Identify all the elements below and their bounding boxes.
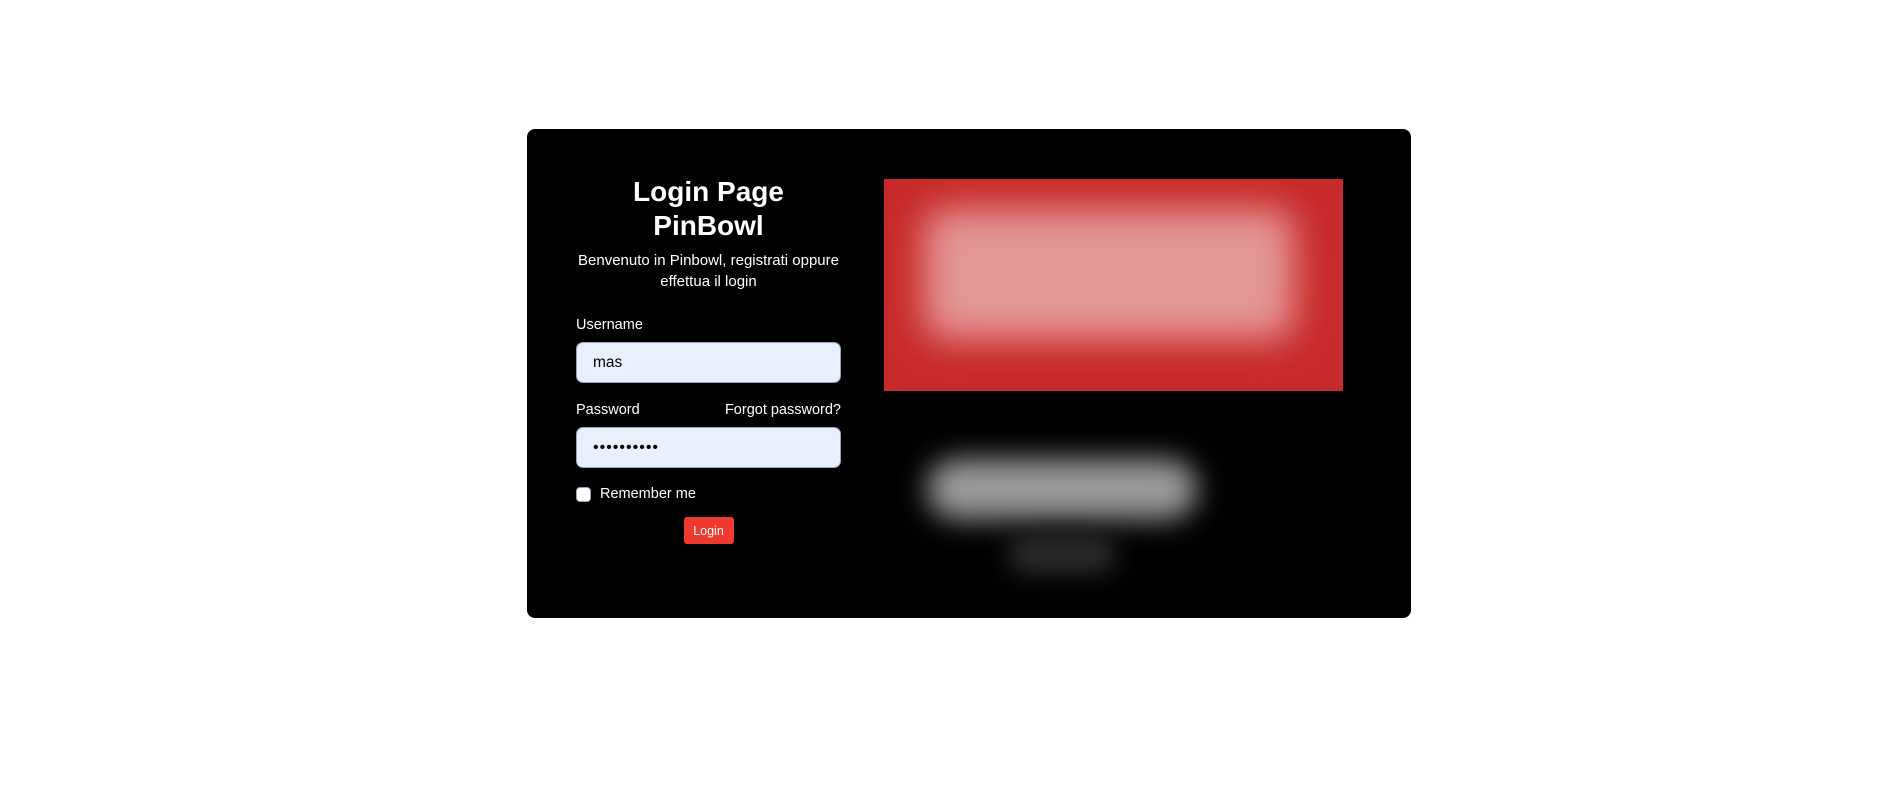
brand-logo-image	[927, 459, 1197, 519]
remember-me-row: Remember me	[576, 486, 841, 502]
login-button-wrap: Login	[576, 517, 841, 545]
brand-logo-shadow	[1007, 534, 1117, 574]
username-label: Username	[576, 317, 643, 334]
brand-banner-image	[884, 179, 1343, 391]
username-input[interactable]	[576, 342, 841, 384]
page-subtitle: Benvenuto in Pinbowl, registrati oppure …	[578, 252, 839, 291]
username-label-row: Username	[576, 317, 841, 333]
password-label-row: Password Forgot password?	[576, 402, 841, 418]
remember-me-label: Remember me	[600, 486, 696, 503]
login-button[interactable]: Login	[683, 517, 734, 545]
password-label: Password	[576, 402, 640, 419]
forgot-password-link[interactable]: Forgot password?	[725, 402, 841, 418]
remember-me-checkbox[interactable]	[576, 486, 591, 502]
password-input[interactable]	[576, 427, 841, 469]
banner-blurred-lettering	[924, 209, 1294, 339]
login-form: Login Page PinBowl Benvenuto in Pinbowl,…	[576, 175, 841, 545]
page-title: Login Page PinBowl	[633, 176, 784, 241]
login-card: Login Page PinBowl Benvenuto in Pinbowl,…	[527, 129, 1411, 618]
